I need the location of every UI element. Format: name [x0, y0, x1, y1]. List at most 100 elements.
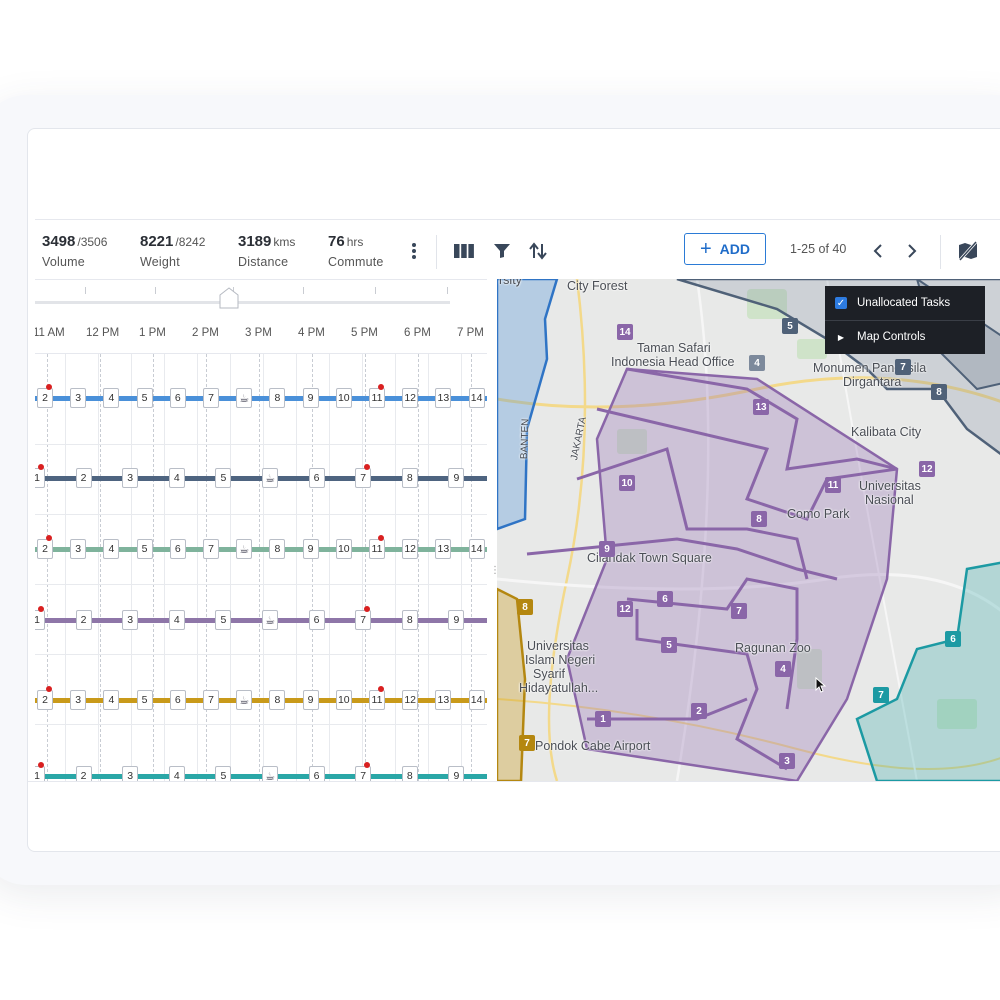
route-stop[interactable]: 9 — [448, 766, 465, 781]
route-stop[interactable]: 8 — [401, 610, 418, 630]
route-marker[interactable]: 1 — [595, 711, 611, 727]
route-stop[interactable]: 2 — [37, 384, 53, 408]
map-off-icon[interactable] — [956, 239, 980, 263]
break-icon[interactable]: ☕ — [262, 766, 278, 781]
route-marker[interactable]: 6 — [945, 631, 961, 647]
route-stop[interactable]: 6 — [308, 468, 325, 488]
route-marker[interactable]: 7 — [731, 603, 747, 619]
chevron-right-icon[interactable] — [900, 239, 924, 263]
route-marker[interactable]: 14 — [617, 324, 633, 340]
route-marker[interactable]: 12 — [919, 461, 935, 477]
route-marker[interactable]: 3 — [779, 753, 795, 769]
break-icon[interactable]: ☕ — [236, 388, 253, 408]
route-stop[interactable]: 3 — [70, 539, 87, 559]
route-stop[interactable]: 10 — [335, 690, 352, 710]
route-stop[interactable]: 2 — [37, 686, 53, 710]
route-stop[interactable]: 6 — [169, 539, 186, 559]
filter-icon[interactable] — [490, 239, 514, 263]
route-stop[interactable]: 13 — [435, 690, 452, 710]
checkbox-checked-icon[interactable]: ✓ — [835, 297, 847, 309]
route-marker[interactable]: 13 — [753, 399, 769, 415]
break-icon[interactable]: ☕ — [236, 539, 253, 559]
route-stop[interactable]: 7 — [355, 606, 372, 630]
route-stop[interactable]: 10 — [335, 388, 352, 408]
route-marker[interactable]: 5 — [782, 318, 798, 334]
route-stop[interactable]: 8 — [401, 766, 418, 781]
route-stop[interactable]: 1 — [35, 606, 45, 630]
route-stop[interactable]: 3 — [122, 468, 139, 488]
route-stop[interactable]: 3 — [122, 610, 139, 630]
route-row[interactable]: 1 2 3 4 5 ☕ 6 7 8 9 — [35, 606, 487, 634]
route-stop[interactable]: 5 — [136, 690, 153, 710]
route-stop[interactable]: 5 — [215, 468, 232, 488]
route-stop[interactable]: 10 — [335, 539, 352, 559]
route-stop[interactable]: 8 — [269, 690, 286, 710]
route-stop[interactable]: 6 — [308, 610, 325, 630]
route-marker[interactable]: 8 — [517, 599, 533, 615]
more-vertical-icon[interactable] — [402, 239, 426, 263]
route-stop[interactable]: 3 — [70, 690, 87, 710]
route-stop[interactable]: 5 — [215, 766, 232, 781]
route-stop[interactable]: 4 — [168, 610, 185, 630]
route-stop[interactable]: 4 — [168, 766, 185, 781]
route-marker[interactable]: 4 — [749, 355, 765, 371]
route-stop[interactable]: 7 — [355, 762, 372, 781]
route-marker[interactable]: 12 — [617, 601, 633, 617]
sort-icon[interactable] — [526, 239, 550, 263]
route-stop[interactable]: 6 — [169, 388, 186, 408]
route-marker[interactable]: 5 — [661, 637, 677, 653]
route-marker[interactable]: 7 — [895, 359, 911, 375]
route-marker[interactable]: 6 — [657, 591, 673, 607]
route-stop[interactable]: 7 — [203, 539, 219, 559]
route-stop[interactable]: 2 — [75, 610, 92, 630]
route-stop[interactable]: 4 — [103, 690, 120, 710]
route-stop[interactable]: 2 — [37, 535, 53, 559]
route-stop[interactable]: 14 — [468, 690, 485, 710]
route-stop[interactable]: 11 — [369, 686, 385, 710]
route-stop[interactable]: 1 — [35, 464, 45, 488]
route-marker[interactable]: 8 — [931, 384, 947, 400]
route-stop[interactable]: 7 — [355, 464, 372, 488]
route-stop[interactable]: 11 — [369, 384, 385, 408]
route-stop[interactable]: 4 — [168, 468, 185, 488]
route-stop[interactable]: 2 — [75, 468, 92, 488]
route-marker[interactable]: 7 — [519, 735, 535, 751]
route-stop[interactable]: 13 — [435, 539, 452, 559]
zoom-slider-thumb[interactable] — [219, 287, 239, 309]
route-marker[interactable]: 11 — [825, 477, 841, 493]
route-stop[interactable]: 14 — [468, 539, 485, 559]
route-stop[interactable]: 9 — [302, 388, 319, 408]
route-stop[interactable]: 2 — [75, 766, 92, 781]
route-stop[interactable]: 5 — [136, 539, 153, 559]
route-stop[interactable]: 14 — [468, 388, 485, 408]
route-stop[interactable]: 12 — [402, 539, 419, 559]
route-marker[interactable]: 9 — [599, 541, 615, 557]
map-panel[interactable]: City Forest Taman Safari Indonesia Head … — [497, 279, 1000, 781]
route-stop[interactable]: 9 — [448, 610, 465, 630]
route-stop[interactable]: 6 — [169, 690, 186, 710]
route-stop[interactable]: 9 — [302, 539, 319, 559]
route-marker[interactable]: 7 — [873, 687, 889, 703]
route-stop[interactable]: 4 — [103, 539, 120, 559]
route-marker[interactable]: 8 — [751, 511, 767, 527]
add-button[interactable]: + ADD — [684, 233, 766, 265]
route-stop[interactable]: 12 — [402, 690, 419, 710]
chevron-left-icon[interactable] — [866, 239, 890, 263]
route-stop[interactable]: 8 — [269, 388, 286, 408]
route-stop[interactable]: 13 — [435, 388, 452, 408]
map-controls-toggle[interactable]: ▶ Map Controls — [835, 331, 925, 343]
route-stop[interactable]: 9 — [448, 468, 465, 488]
route-row[interactable]: 1 2 3 4 5 ☕ 6 7 8 9 — [35, 762, 487, 781]
route-stop[interactable]: 12 — [402, 388, 419, 408]
route-row[interactable]: 2 3 4 5 6 7 ☕ 8 9 10 11 12 13 14 — [35, 535, 487, 563]
zoom-slider-track[interactable] — [35, 301, 450, 304]
route-stop[interactable]: 4 — [103, 388, 120, 408]
route-marker[interactable]: 4 — [775, 661, 791, 677]
route-stop[interactable]: 9 — [302, 690, 319, 710]
route-stop[interactable]: 7 — [203, 690, 219, 710]
route-row[interactable]: 1 2 3 4 5 ☕ 6 7 8 9 — [35, 464, 487, 492]
break-icon[interactable]: ☕ — [262, 610, 278, 630]
route-stop[interactable]: 3 — [122, 766, 139, 781]
route-stop[interactable]: 8 — [401, 468, 418, 488]
break-icon[interactable]: ☕ — [236, 690, 253, 710]
